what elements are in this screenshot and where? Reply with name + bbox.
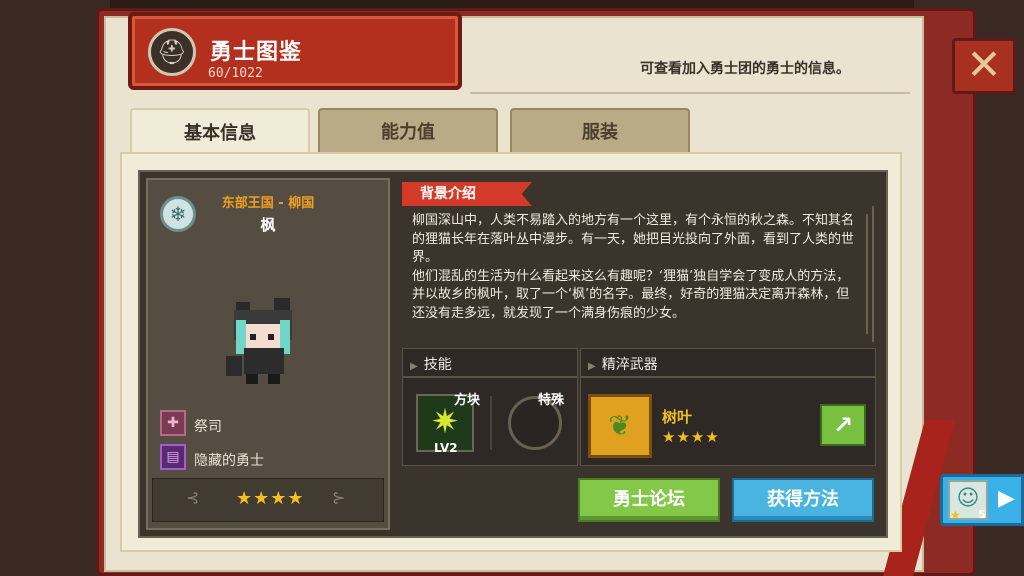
story-scrollbar[interactable]: [866, 214, 868, 334]
arrow-up-right-icon: ↗: [832, 411, 854, 439]
skill-2-name: 特殊: [538, 393, 565, 408]
tab-basic-info[interactable]: 基本信息: [130, 108, 310, 154]
tab-costume[interactable]: 服装: [510, 108, 690, 154]
skill-separator: [490, 396, 492, 450]
obtain-method-button[interactable]: 获得方法: [732, 478, 874, 522]
next-arrow-icon: ▶: [998, 486, 1015, 511]
priest-class-icon: ✚: [160, 410, 186, 436]
header-divider: [470, 92, 910, 94]
weapon-link-button[interactable]: ↗: [820, 404, 866, 446]
skill-divider: [402, 376, 578, 378]
hero-class: 祭司: [194, 419, 222, 435]
hero-sprite[interactable]: [222, 294, 302, 386]
hero-forum-button[interactable]: 勇士论坛: [578, 478, 720, 522]
hero-name: 枫: [260, 216, 276, 234]
skill-level: LV2: [434, 441, 458, 455]
weapon-name: 树叶: [662, 408, 693, 426]
next-hero-star-icon: ★: [950, 508, 961, 522]
next-hero-level: 5: [978, 508, 986, 521]
knight-helmet-icon: ⛑: [148, 28, 196, 76]
close-icon: ✕: [966, 40, 1002, 89]
hidden-hero-icon: ▤: [160, 444, 186, 470]
tab-stats[interactable]: 能力值: [318, 108, 498, 154]
section-marker-icon: ▶: [588, 361, 596, 372]
story-text[interactable]: 柳国深山中，人类不易踏入的地方有一个这里，有个永恒的秋之森。不知其名的狸猫长年在…: [402, 206, 874, 342]
weapon-divider: [580, 376, 876, 378]
hero-origin: 东部王国 - 柳国: [221, 196, 315, 211]
next-arrow-icon[interactable]: ⊱: [332, 488, 345, 507]
hero-collection-count: 60/1022: [208, 66, 263, 81]
header-panel: ⛑ 勇士图鉴 60/1022: [128, 12, 462, 90]
hero-star-rating: ★★★★: [236, 488, 305, 509]
weapon-section-title: ▶ 精淬武器: [588, 357, 658, 373]
skill-section-title: ▶ 技能: [410, 357, 452, 373]
close-button[interactable]: ✕: [952, 38, 1016, 94]
header-description: 可查看加入勇士团的勇士的信息。: [640, 61, 850, 77]
leaf-weapon-icon[interactable]: ❦: [588, 394, 652, 458]
page-title: 勇士图鉴: [210, 40, 303, 65]
background-left: [0, 0, 110, 576]
story-tag: 背景介绍: [402, 182, 532, 206]
weapon-star-rating: ★★★★: [662, 428, 720, 446]
hero-type: 隐藏的勇士: [194, 453, 264, 469]
story-body: 柳国深山中，人类不易踏入的地方有一个这里，有个永恒的秋之森。不知其名的狸猫长年在…: [412, 213, 855, 321]
skill-1-name: 方块: [454, 393, 481, 408]
kingdom-emblem-icon: ❄: [160, 196, 196, 232]
section-marker-icon: ▶: [410, 361, 418, 372]
previous-arrow-icon[interactable]: ⊰: [186, 488, 199, 507]
